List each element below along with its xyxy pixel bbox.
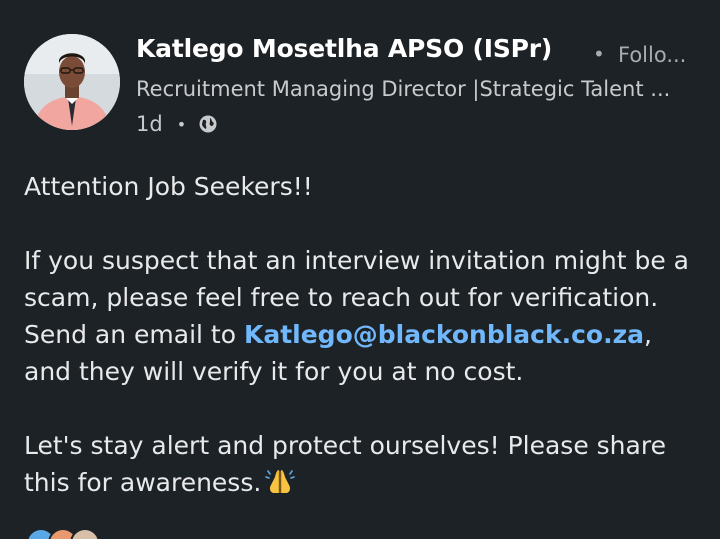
post-time: 1d bbox=[136, 112, 163, 136]
author-headline: Recruitment Managing Director |Strategic… bbox=[136, 77, 671, 101]
meta-separator-dot: • bbox=[176, 114, 187, 134]
author-name[interactable]: Katlego Mosetlha APSO (ISPr) bbox=[136, 34, 552, 63]
author-avatar[interactable] bbox=[24, 34, 120, 130]
post-paragraph-awareness: Let's stay alert and protect ourselves! … bbox=[24, 427, 704, 505]
post-paragraph-text-c: Let's stay alert and protect ourselves! … bbox=[24, 431, 666, 497]
avatar-photo-icon bbox=[24, 34, 120, 130]
post-line-attention: Attention Job Seekers!! bbox=[24, 172, 313, 201]
post-body: Attention Job Seekers!! If you suspect t… bbox=[24, 168, 704, 505]
reaction-icons[interactable] bbox=[26, 528, 100, 539]
support-reaction-icon bbox=[70, 528, 100, 539]
feed-post: Katlego Mosetlha APSO (ISPr) • Follo... … bbox=[0, 0, 720, 539]
post-paragraph-verification: If you suspect that an interview invitat… bbox=[24, 242, 704, 390]
folded-hands-icon bbox=[265, 467, 296, 505]
follow-button[interactable]: Follo... bbox=[618, 43, 706, 67]
name-separator-dot: • bbox=[593, 42, 605, 66]
post-meta: 1d • bbox=[136, 110, 218, 138]
email-link[interactable]: Katlego@blackonblack.co.za bbox=[244, 320, 644, 349]
globe-icon bbox=[198, 114, 218, 134]
